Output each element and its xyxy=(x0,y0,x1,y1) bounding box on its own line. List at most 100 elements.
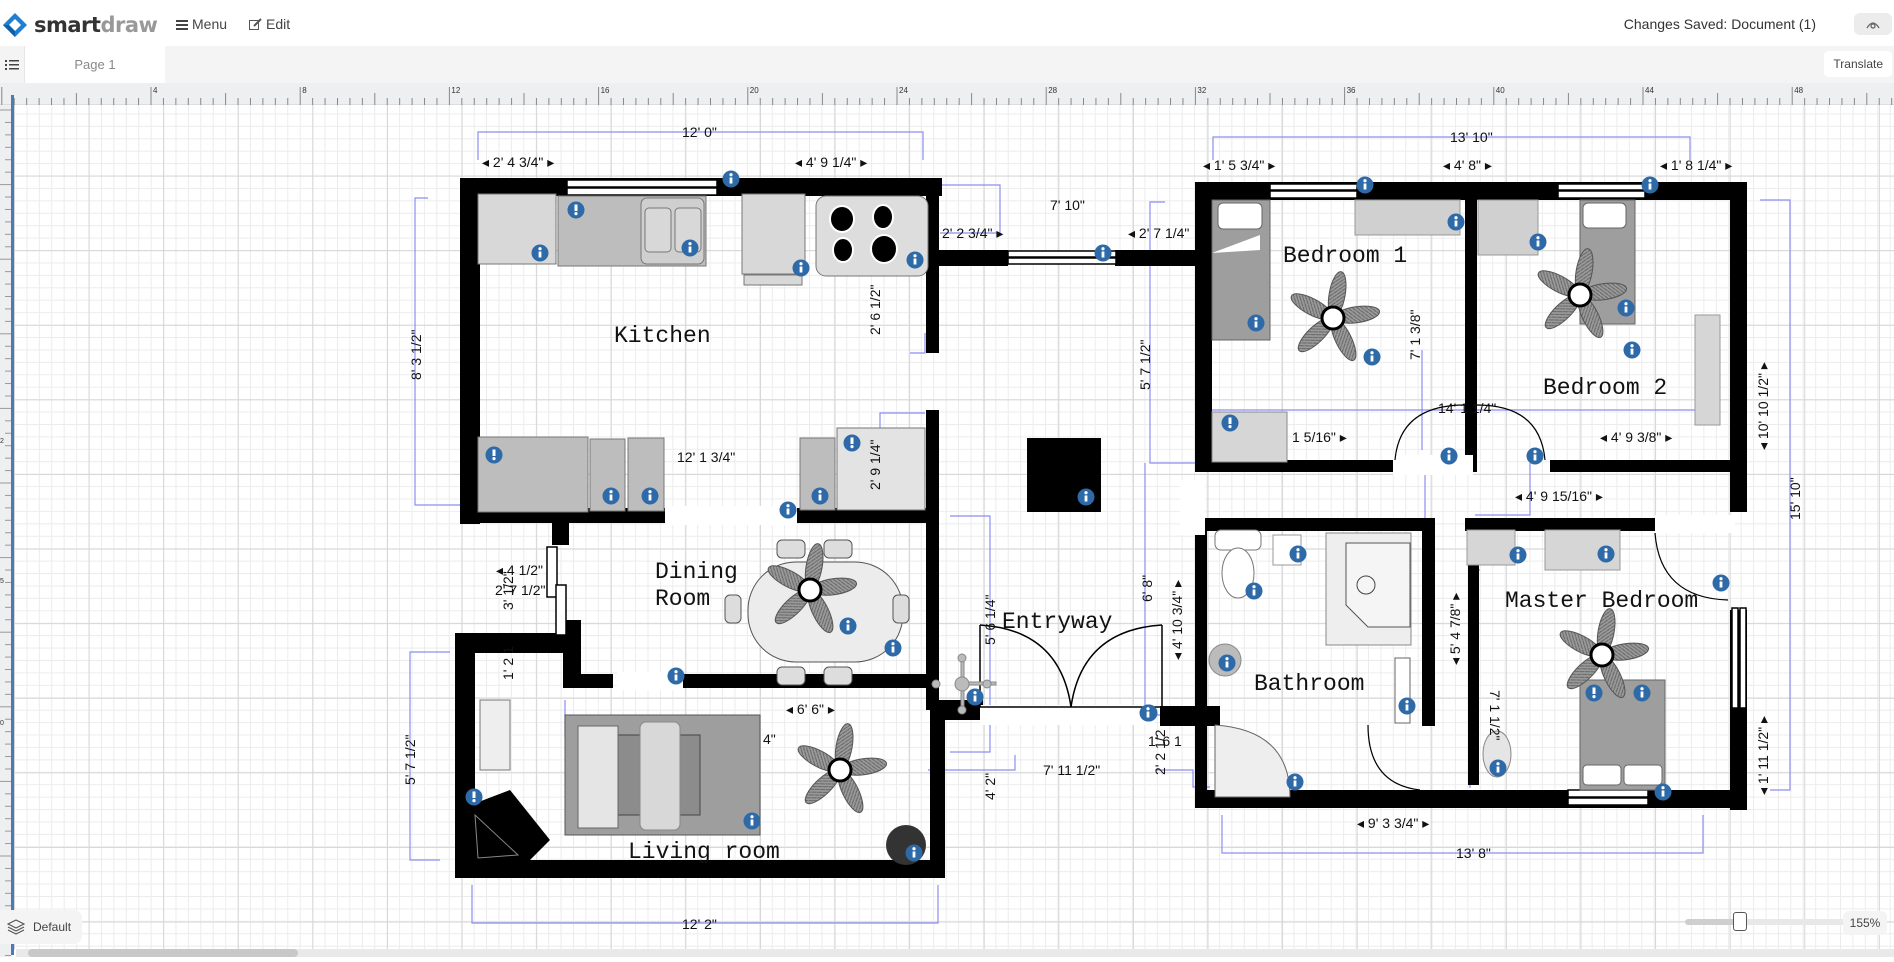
dim-living-top: ◂ 6' 6" ▸ xyxy=(786,701,835,717)
info-icon[interactable] xyxy=(1529,233,1547,251)
info-icon[interactable] xyxy=(1597,545,1615,563)
dim-entry-left: 5' 6 1/4" xyxy=(982,595,998,645)
info-icon[interactable] xyxy=(905,844,923,862)
info-icon[interactable] xyxy=(1289,545,1307,563)
bathroom-fixtures xyxy=(1208,529,1412,798)
dim-bed2-right: ◂ 10' 10 1/2" ▸ xyxy=(1755,362,1771,450)
dim-master-right: ◂ 1' 11 1/2" ▸ xyxy=(1755,716,1771,795)
zoom-slider-track xyxy=(1740,919,1845,925)
room-label-dining-room: Room xyxy=(655,586,710,612)
dim-bath-shower: ◂ 5' 4 7/8" ▸ xyxy=(1447,593,1463,665)
info-icon[interactable] xyxy=(1447,213,1465,231)
info-icon[interactable] xyxy=(1356,176,1374,194)
info-icon[interactable] xyxy=(966,688,984,706)
dim-kitchen-top-left: ◂ 2' 4 3/4" ▸ xyxy=(482,154,554,170)
dim-kitchen-top-total: 12' 0" xyxy=(682,124,717,140)
info-icon[interactable] xyxy=(779,501,797,519)
room-label-bedroom-2: Bedroom 2 xyxy=(1543,375,1667,401)
layers-icon xyxy=(7,919,25,935)
dim-entry-door: ◂ 4' 10 3/4" ▸ xyxy=(1169,580,1185,660)
info-icon[interactable] xyxy=(1245,582,1263,600)
zoom-slider-handle[interactable] xyxy=(1733,912,1747,931)
dim-master-left: 7' 1 1/2" xyxy=(1487,690,1503,740)
dim-dining-left-c: 3' 1/2" xyxy=(500,571,516,610)
info-icon[interactable] xyxy=(1712,574,1730,592)
dim-hall-top: 7' 10" xyxy=(1050,197,1085,213)
dim-kitchen-width: 12' 1 3/4" xyxy=(677,449,735,465)
info-icon[interactable] xyxy=(1641,176,1659,194)
dim-bed1-bottom: 1 5/16" ▸ xyxy=(1292,429,1347,445)
info-icon[interactable] xyxy=(722,170,740,188)
entry-double-door xyxy=(979,624,1163,708)
info-icon[interactable] xyxy=(839,617,857,635)
info-icon[interactable] xyxy=(641,487,659,505)
info-icon[interactable] xyxy=(531,244,549,262)
info-icon[interactable] xyxy=(1633,684,1651,702)
info-icon[interactable] xyxy=(1094,244,1112,262)
room-label-bathroom: Bathroom xyxy=(1254,671,1364,697)
warning-icon[interactable] xyxy=(843,434,861,452)
warning-icon[interactable] xyxy=(485,446,503,464)
zoom-slider-filled xyxy=(1685,919,1740,925)
dim-kitchen-left: 8' 3 1/2" xyxy=(408,330,424,380)
dim-hall-left: 2' 2 3/4" ▸ xyxy=(942,225,1003,241)
dim-bed-top-right: ◂ 1' 8 1/4" ▸ xyxy=(1660,157,1732,173)
info-icon[interactable] xyxy=(811,487,829,505)
info-icon[interactable] xyxy=(1077,488,1095,506)
room-label-entryway: Entryway xyxy=(1002,609,1113,635)
warning-icon[interactable] xyxy=(465,788,483,806)
horizontal-scrollbar-thumb[interactable] xyxy=(28,949,298,957)
info-icon[interactable] xyxy=(602,487,620,505)
info-icon[interactable] xyxy=(1363,348,1381,366)
dim-living-rug: 4" xyxy=(763,731,776,747)
info-icon[interactable] xyxy=(792,259,810,277)
dim-bed-top-left: ◂ 1' 5 3/4" ▸ xyxy=(1203,157,1275,173)
dim-living-left: 5' 7 1/2" xyxy=(402,735,418,785)
dim-bed1-vertical: 7' 1 3/8" xyxy=(1407,310,1423,360)
info-icon[interactable] xyxy=(1286,773,1304,791)
warning-icon[interactable] xyxy=(1585,684,1603,702)
info-icon[interactable] xyxy=(743,812,761,830)
ceiling-fan xyxy=(1286,268,1383,366)
dim-bed-mid-span: 14' 1 1/4" xyxy=(1438,400,1496,416)
dim-kitchen-right-upper: 2' 6 1/2" xyxy=(867,285,883,335)
zoom-percent: 155% xyxy=(1843,911,1887,935)
dim-dining-left-d: 1' 2 1 xyxy=(500,646,516,680)
warning-icon[interactable] xyxy=(1221,414,1239,432)
dim-kitchen-top-right: ◂ 4' 9 1/4" ▸ xyxy=(795,154,867,170)
dim-hall-vertical: 5' 7 1/2" xyxy=(1137,340,1153,390)
horizontal-scrollbar[interactable] xyxy=(16,949,1894,957)
info-icon[interactable] xyxy=(1247,314,1265,332)
info-icon[interactable] xyxy=(1623,341,1641,359)
zoom-slider[interactable] xyxy=(1685,919,1845,925)
dim-kitchen-right-lower: 2' 9 1/4" xyxy=(867,440,883,490)
info-icon[interactable] xyxy=(681,239,699,257)
info-icon[interactable] xyxy=(1440,447,1458,465)
room-label-living-room: Living room xyxy=(628,839,780,865)
layer-label: Default xyxy=(33,920,72,934)
info-icon[interactable] xyxy=(884,639,902,657)
dim-living-right: 4' 2" xyxy=(982,773,998,800)
layer-selector[interactable]: Default xyxy=(0,910,82,944)
info-icon[interactable] xyxy=(1398,697,1416,715)
dim-right-total: 15' 10" xyxy=(1787,477,1803,520)
info-icon[interactable] xyxy=(1489,759,1507,777)
info-icon[interactable] xyxy=(1218,654,1236,672)
info-icon[interactable] xyxy=(667,667,685,685)
dim-bed-top-mid: ◂ 4' 8" ▸ xyxy=(1443,157,1492,173)
dim-living-bottom: 12' 2" xyxy=(682,916,717,932)
info-icon[interactable] xyxy=(906,251,924,269)
floor-plan[interactable]: Kitchen Dining Room Entryway Living room… xyxy=(0,0,1894,957)
info-icon[interactable] xyxy=(1509,546,1527,564)
dim-bath-total: 13' 8" xyxy=(1456,845,1491,861)
info-icon[interactable] xyxy=(1139,704,1157,722)
warning-icon[interactable] xyxy=(567,201,585,219)
room-label-dining: Dining xyxy=(655,559,738,585)
room-label-kitchen: Kitchen xyxy=(614,323,711,349)
dim-bed2-bottom: ◂ 4' 9 3/8" ▸ xyxy=(1600,429,1672,445)
info-icon[interactable] xyxy=(1654,783,1672,801)
dim-hall-between: ◂ 4' 9 15/16" ▸ xyxy=(1515,488,1603,504)
ceiling-fan xyxy=(793,720,890,818)
info-icon[interactable] xyxy=(1526,447,1544,465)
info-icon[interactable] xyxy=(1617,299,1635,317)
